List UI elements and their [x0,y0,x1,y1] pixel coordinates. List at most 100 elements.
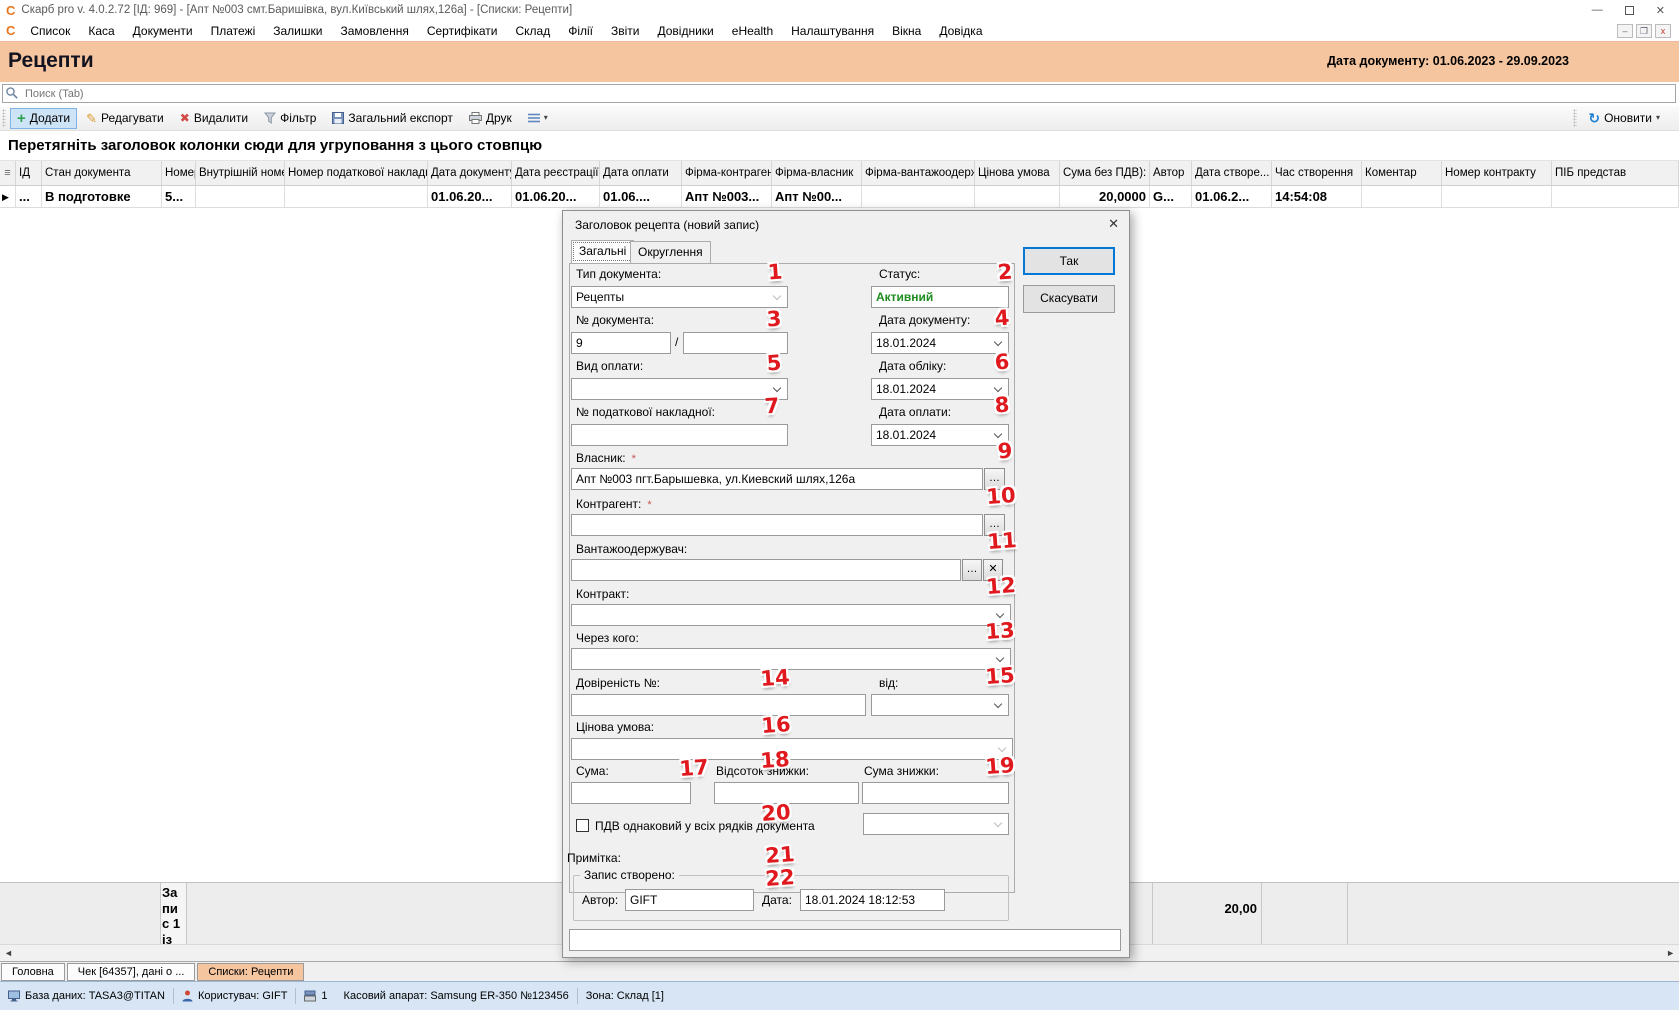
column-header[interactable]: ≡ [0,161,16,185]
cell[interactable]: 14:54:08 [1272,186,1362,207]
sum-input[interactable] [571,782,691,804]
menu-item[interactable]: Сертифікати [418,24,507,38]
column-header[interactable]: Номер податкової накладної [285,161,428,185]
menu-item[interactable]: Платежі [202,24,265,38]
owner-input[interactable]: Апт №003 пгт.Барышевка, ул.Киевский шлях… [571,468,983,490]
contract-combo[interactable] [571,604,1011,626]
tab-zagalni[interactable]: Загальні [571,240,634,263]
mdi-restore-icon[interactable]: ❐ [1636,24,1652,38]
price-cond-combo[interactable] [571,738,1013,760]
cell[interactable] [196,186,285,207]
cell[interactable]: Апт №00... [772,186,862,207]
tab-okruglennya[interactable]: Округлення [630,241,711,263]
minimize-icon[interactable]: — [1592,4,1603,16]
column-header[interactable]: Фірма-вантажоодерж... [862,161,975,185]
column-header[interactable]: Дата оплати [600,161,682,185]
column-header[interactable]: Фірма-власник [772,161,862,185]
discount-sum-input[interactable] [862,782,1009,804]
doc-no-input[interactable]: 9 [571,332,671,354]
bottom-tab[interactable]: Чек [64357], дані о ... [67,963,196,981]
menu-item[interactable]: Довідка [930,24,991,38]
menu-item[interactable]: Замовлення [331,24,417,38]
print-button[interactable]: Друк [462,108,519,128]
cell[interactable]: 5... [162,186,196,207]
menu-item[interactable]: Каса [79,24,123,38]
column-header[interactable]: Цінова умова [975,161,1060,185]
bottom-tab[interactable]: Головна [1,963,65,981]
dialog-close-icon[interactable]: ✕ [1108,216,1119,232]
bottom-tab[interactable]: Списки: Рецепти [197,963,304,981]
cell[interactable]: 01.06.2... [1192,186,1272,207]
consignee-clear-button[interactable]: ✕ [983,559,1003,581]
menu-item[interactable]: Список [21,24,79,38]
toolbar-grip-right[interactable] [1573,109,1577,127]
tax-invoice-input[interactable] [571,424,788,446]
consignee-lookup-button[interactable]: … [962,559,982,581]
doc-date-picker[interactable]: 18.01.2024 [871,332,1009,354]
column-header[interactable]: Номер контракту [1442,161,1552,185]
cell[interactable]: В подготовке [42,186,162,207]
cell[interactable]: 20,0000 [1060,186,1150,207]
consignee-input[interactable] [571,559,961,581]
proxy-from-picker[interactable] [871,694,1009,716]
toolbar-grip[interactable] [2,109,6,127]
refresh-button[interactable]: ↻ Оновити ▾ [1581,108,1667,128]
menu-item[interactable]: eHealth [723,24,782,38]
grid-data-row[interactable]: ▶...В подготовке5...01.06.20...01.06.20.… [0,186,1679,208]
add-button[interactable]: + Додати [10,108,77,129]
cell[interactable] [862,186,975,207]
doc-no2-input[interactable] [683,332,788,354]
column-header[interactable]: Дата реєстрації [512,161,600,185]
proxy-input[interactable] [571,694,866,716]
cell[interactable]: G... [1150,186,1192,207]
column-header[interactable]: Номер [162,161,196,185]
cell[interactable]: 01.06.... [600,186,682,207]
group-by-area[interactable]: Перетягніть заголовок колонки сюди для у… [0,131,1679,160]
contractor-input[interactable] [571,514,983,536]
column-header[interactable]: Автор [1150,161,1192,185]
cell[interactable] [1362,186,1442,207]
column-header[interactable]: Дата документу [428,161,512,185]
menu-item[interactable]: Склад [506,24,559,38]
column-header[interactable]: Фірма-контрагент [682,161,772,185]
mdi-minimize-icon[interactable]: – [1617,24,1633,38]
menu-item[interactable]: Залишки [264,24,331,38]
close-icon[interactable]: ✕ [1656,4,1665,17]
pay-date-picker[interactable]: 18.01.2024 [871,424,1009,446]
column-header[interactable]: Дата створе... [1192,161,1272,185]
layout-menu-button[interactable]: ▾ [521,110,555,126]
cell[interactable] [1442,186,1552,207]
cell[interactable] [1552,186,1679,207]
ok-button[interactable]: Так [1023,247,1115,275]
note-input[interactable] [569,929,1121,951]
vat-checkbox-label[interactable]: ПДВ однаковий у всіх рядків документа [595,819,815,834]
menu-item[interactable]: Довідники [649,24,723,38]
menu-item[interactable]: Звіти [602,24,649,38]
cell[interactable]: ▶ [0,186,16,207]
cell[interactable]: Апт №003... [682,186,772,207]
vat-checkbox[interactable] [576,819,589,832]
cancel-button[interactable]: Скасувати [1023,285,1115,313]
restore-icon[interactable] [1625,6,1634,15]
menu-item[interactable]: Філії [559,24,602,38]
contractor-lookup-button[interactable]: … [984,514,1005,536]
scroll-left-icon[interactable]: ◄ [4,948,13,958]
cell[interactable]: ... [16,186,42,207]
column-header[interactable]: Стан документа [42,161,162,185]
column-header[interactable]: ПІБ представ [1552,161,1679,185]
doc-type-combo[interactable]: Рецепты [571,286,788,308]
column-header[interactable]: ІД [16,161,42,185]
menu-item[interactable]: Налаштування [782,24,883,38]
menu-item[interactable]: Документи [124,24,202,38]
cell[interactable]: 01.06.20... [428,186,512,207]
cell[interactable] [975,186,1060,207]
column-header[interactable]: Коментар [1362,161,1442,185]
search-input[interactable] [2,84,1676,103]
owner-lookup-button[interactable]: … [984,468,1005,490]
account-date-picker[interactable]: 18.01.2024 [871,378,1009,400]
column-header[interactable]: Сума без ПДВ): [1060,161,1150,185]
via-combo[interactable] [571,648,1011,670]
discount-pct-input[interactable] [714,782,859,804]
export-button[interactable]: Загальний експорт [325,108,459,128]
filter-button[interactable]: Фільтр [257,108,323,128]
